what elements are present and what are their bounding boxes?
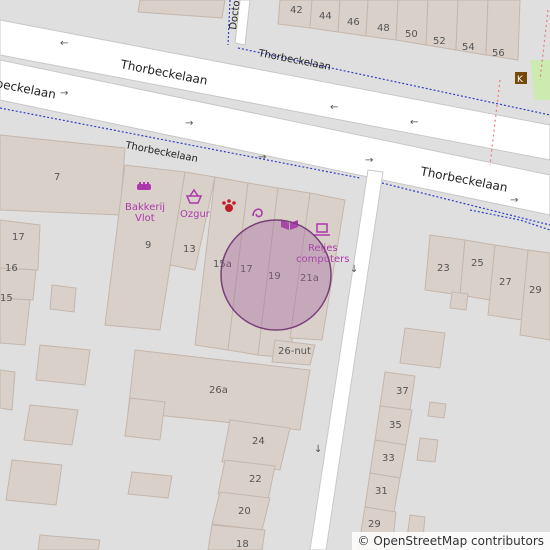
house-number: 26a [209,385,228,396]
house-number: 46 [347,17,360,28]
house-number: 16 [5,263,18,274]
buildings-east [357,234,550,550]
house-number: 9 [145,240,151,251]
house-number: 20 [238,506,251,517]
house-number: 29 [368,519,381,530]
house-number: 25 [471,258,484,269]
bakery-label-line2: Vlot [135,213,155,224]
house-number: 29 [529,285,542,296]
copyright-symbol: © [357,534,370,548]
house-number: 7 [54,172,60,183]
svg-text:↓: ↓ [314,444,322,455]
house-number: 24 [252,436,265,447]
attribution-text[interactable]: OpenStreetMap contributors [373,534,544,548]
svg-text:→: → [258,152,266,163]
house-number: 48 [377,23,390,34]
map-canvas[interactable]: ← ← ← → → → → → ↓ ↓ Thorbeckelaan beckel… [0,0,550,550]
location-circle[interactable] [220,219,332,331]
svg-text:←: ← [60,38,68,49]
house-number: 22 [249,474,262,485]
svg-text:→: → [365,155,373,166]
svg-text:←: ← [410,117,418,128]
attribution[interactable]: © OpenStreetMap contributors [351,532,550,550]
house-number: 44 [319,11,332,22]
house-number: 33 [382,453,395,464]
shop-label: Ozgur [180,209,211,220]
house-number: 17 [12,232,25,243]
shop-marker-icon[interactable]: K [515,72,527,85]
house-number: 52 [433,36,446,47]
house-number: 37 [396,386,409,397]
house-number: 50 [405,29,418,40]
house-number: 35 [389,420,402,431]
svg-text:→: → [60,88,68,99]
svg-text:↓: ↓ [350,264,358,275]
bakery-icon[interactable] [137,182,151,190]
street-label-north-b: Thorbeckelaan [256,48,331,73]
house-number: 27 [499,277,512,288]
house-number: 31 [375,486,388,497]
house-number: 42 [290,5,303,16]
house-number: 18 [236,539,249,550]
house-number: 23 [437,263,450,274]
buildings-central [0,134,346,550]
house-number: 26-nut [278,346,311,357]
svg-text:→: → [510,195,518,206]
street-label-mid: Thorbeckelaan [123,140,198,165]
house-number: 54 [462,42,475,53]
svg-text:→: → [185,118,193,129]
bakery-label-line1: Bakkerij [125,202,165,213]
house-number: 15 [0,293,13,304]
svg-text:←: ← [330,102,338,113]
house-number: 56 [492,48,505,59]
house-number: 13 [183,244,196,255]
